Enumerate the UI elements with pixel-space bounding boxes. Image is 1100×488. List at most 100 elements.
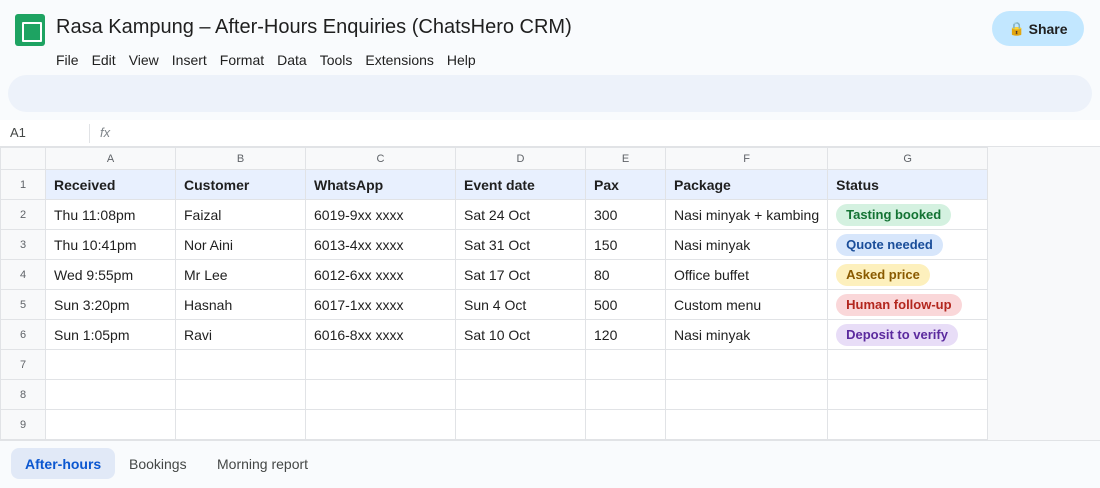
row-header[interactable]: 3 (0, 229, 46, 260)
cell[interactable]: Custom menu (664, 289, 829, 320)
cell[interactable] (664, 379, 829, 410)
menu-item-file[interactable]: File (56, 51, 79, 69)
cell[interactable] (585, 379, 666, 410)
header-cell[interactable]: Status (827, 169, 989, 200)
cell[interactable]: Nor Aini (175, 229, 306, 260)
cell[interactable]: Quote needed (827, 229, 989, 260)
cell[interactable] (455, 349, 586, 380)
cell[interactable] (305, 409, 456, 440)
cell[interactable] (175, 379, 306, 410)
row-header[interactable]: 1 (0, 169, 46, 200)
header-cell[interactable]: Customer (175, 169, 306, 200)
cell[interactable]: Sat 10 Oct (455, 319, 586, 350)
menu-item-tools[interactable]: Tools (320, 51, 353, 69)
menu-item-view[interactable]: View (129, 51, 159, 69)
cell[interactable]: 120 (585, 319, 666, 350)
cell[interactable]: Sat 17 Oct (455, 259, 586, 290)
cell[interactable]: Sat 24 Oct (455, 199, 586, 230)
cell[interactable] (827, 349, 989, 380)
spreadsheet-grid[interactable]: ABCDEFG 1 Received Customer WhatsApp Event d… (0, 147, 1100, 440)
cell[interactable]: Ravi (175, 319, 306, 350)
menu-item-edit[interactable]: Edit (92, 51, 116, 69)
row-header[interactable]: 9 (0, 409, 46, 440)
cell[interactable] (664, 349, 829, 380)
cell[interactable]: Nasi minyak + kambing (664, 199, 829, 230)
cell[interactable]: Deposit to verify (827, 319, 989, 350)
column-header-e[interactable]: E (585, 147, 666, 170)
cell[interactable]: 80 (585, 259, 666, 290)
menu-item-insert[interactable]: Insert (172, 51, 207, 69)
cell[interactable] (305, 349, 456, 380)
menu-item-help[interactable]: Help (447, 51, 476, 69)
row-header[interactable]: 4 (0, 259, 46, 290)
cell[interactable]: Asked price (827, 259, 989, 290)
cell[interactable]: 6019-9xx xxxx (305, 199, 456, 230)
cell[interactable] (455, 409, 586, 440)
sheet-tab-after-hours[interactable]: After-hours (11, 448, 116, 479)
cell[interactable]: 150 (585, 229, 666, 260)
name-box[interactable]: A1 (10, 125, 26, 140)
select-all-corner[interactable] (0, 147, 46, 170)
row-header[interactable]: 7 (0, 349, 46, 380)
header-cell[interactable]: Received (45, 169, 176, 200)
cell[interactable] (827, 379, 989, 410)
menu-item-data[interactable]: Data (277, 51, 307, 69)
cell[interactable]: 6017-1xx xxxx (305, 289, 456, 320)
cell[interactable] (45, 349, 176, 380)
header-cell[interactable]: WhatsApp (305, 169, 456, 200)
cell[interactable] (45, 379, 176, 410)
header-cell[interactable]: Pax (585, 169, 666, 200)
cell[interactable] (45, 409, 176, 440)
title-bar: Rasa Kampung – After-Hours Enquiries (Ch… (0, 0, 1100, 75)
cell[interactable]: 500 (585, 289, 666, 320)
cell[interactable]: Sun 3:20pm (45, 289, 176, 320)
menu-item-format[interactable]: Format (220, 51, 264, 69)
cell[interactable] (664, 409, 829, 440)
sheet-tab-morning-report[interactable]: Morning report (203, 448, 322, 479)
cell[interactable]: Human follow-up (827, 289, 989, 320)
row-header[interactable]: 2 (0, 199, 46, 230)
column-header-d[interactable]: D (455, 147, 586, 170)
column-header-f[interactable]: F (664, 147, 829, 170)
column-header-b[interactable]: B (175, 147, 306, 170)
cell[interactable] (175, 349, 306, 380)
cell[interactable]: Thu 10:41pm (45, 229, 176, 260)
cell[interactable]: Tasting booked (827, 199, 989, 230)
cell[interactable]: Sat 31 Oct (455, 229, 586, 260)
empty-row: 9 (0, 409, 989, 440)
sheets-icon[interactable] (15, 14, 45, 46)
menu-item-extensions[interactable]: Extensions (365, 51, 433, 69)
cell[interactable]: 6013-4xx xxxx (305, 229, 456, 260)
cell[interactable] (585, 349, 666, 380)
sheet-table: ABCDEFG 1 Received Customer WhatsApp Event d… (0, 147, 989, 440)
cell[interactable] (305, 379, 456, 410)
cell[interactable] (455, 379, 586, 410)
cell[interactable]: Office buffet (664, 259, 829, 290)
cell[interactable]: Nasi minyak (664, 229, 829, 260)
cell[interactable]: Thu 11:08pm (45, 199, 176, 230)
row-header[interactable]: 6 (0, 319, 46, 350)
cell[interactable] (585, 409, 666, 440)
cell[interactable]: Mr Lee (175, 259, 306, 290)
share-button[interactable]: 🔒 Share (992, 11, 1084, 46)
header-cell[interactable]: Package (664, 169, 829, 200)
cell[interactable]: Wed 9:55pm (45, 259, 176, 290)
cell[interactable]: Sun 1:05pm (45, 319, 176, 350)
cell[interactable]: Nasi minyak (664, 319, 829, 350)
cell[interactable]: 6016-8xx xxxx (305, 319, 456, 350)
cell[interactable]: Sun 4 Oct (455, 289, 586, 320)
sheet-tab-bookings[interactable]: Bookings (115, 448, 201, 479)
cell[interactable]: 300 (585, 199, 666, 230)
cell[interactable] (827, 409, 989, 440)
row-header[interactable]: 5 (0, 289, 46, 320)
cell[interactable]: 6012-6xx xxxx (305, 259, 456, 290)
cell[interactable] (175, 409, 306, 440)
header-cell[interactable]: Event date (455, 169, 586, 200)
column-header-g[interactable]: G (827, 147, 989, 170)
cell[interactable]: Faizal (175, 199, 306, 230)
document-title[interactable]: Rasa Kampung – After-Hours Enquiries (Ch… (56, 16, 572, 39)
cell[interactable]: Hasnah (175, 289, 306, 320)
column-header-c[interactable]: C (305, 147, 456, 170)
row-header[interactable]: 8 (0, 379, 46, 410)
column-header-a[interactable]: A (45, 147, 176, 170)
